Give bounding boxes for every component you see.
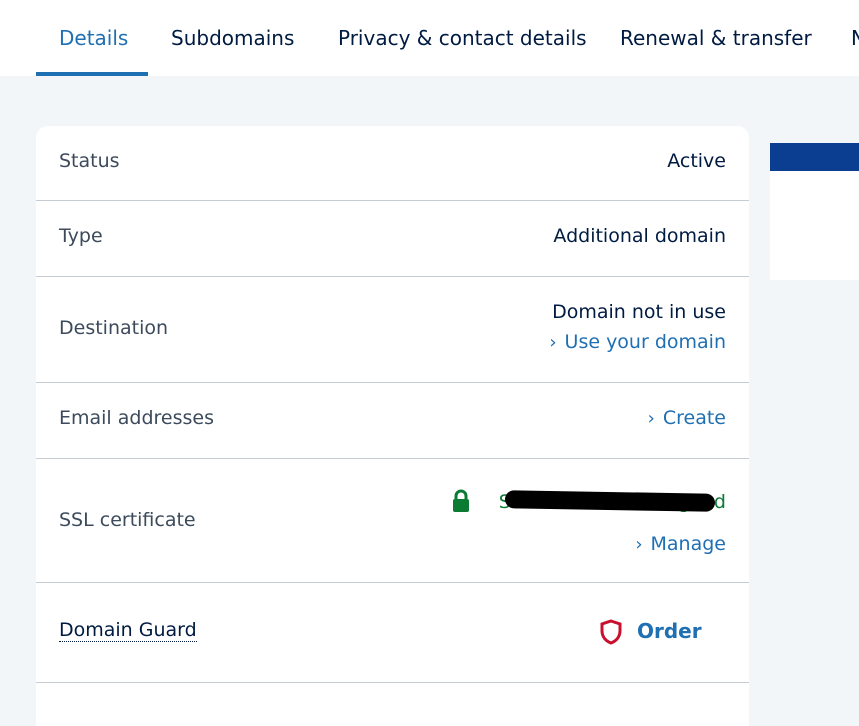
tab-next-partial[interactable]: N [851,0,859,76]
tab-details[interactable]: Details [59,0,128,76]
status-label: Status [59,150,120,172]
use-your-domain-link[interactable]: › Use your domain [549,331,726,353]
side-panel-header [770,143,859,171]
chevron-right-icon: › [647,408,655,429]
destination-row: Destination Domain not in use › Use your … [36,277,749,383]
type-row: Type Additional domain [36,201,749,277]
details-card: Status Active Type Additional domain Des… [36,126,749,726]
create-email-label: Create [662,407,726,429]
manage-ssl-label: Manage [650,533,726,555]
tab-renewal-transfer[interactable]: Renewal & transfer [620,0,812,76]
lock-icon [451,489,471,517]
chevron-right-icon: › [635,534,643,555]
tab-subdomains[interactable]: Subdomains [171,0,294,76]
tab-privacy-contact[interactable]: Privacy & contact details [338,0,587,76]
type-label: Type [59,225,103,247]
email-addresses-label: Email addresses [59,407,214,429]
create-email-link[interactable]: › Create [648,407,726,429]
domain-guard-row: Domain Guard Order [36,583,749,683]
use-your-domain-label: Use your domain [564,331,726,353]
ssl-certificate-label: SSL certificate [59,509,196,531]
manage-ssl-link[interactable]: › Manage [635,533,726,555]
shield-icon [599,619,623,649]
destination-label: Destination [59,317,169,339]
domain-guard-label[interactable]: Domain Guard [59,619,197,642]
status-value: Active [667,150,726,172]
status-row: Status Active [36,126,749,201]
redaction-scribble [504,490,716,512]
active-tab-indicator [36,72,148,76]
side-panel [770,143,859,280]
tab-bar: Details Subdomains Privacy & contact det… [0,0,859,76]
ssl-certificate-row: SSL certificate SSL certificate assigned… [36,459,749,583]
destination-value: Domain not in use [552,301,726,323]
type-value: Additional domain [553,225,726,247]
order-domain-guard-button[interactable]: Order [637,619,702,643]
email-addresses-row: Email addresses › Create [36,383,749,459]
chevron-right-icon: › [549,332,557,353]
